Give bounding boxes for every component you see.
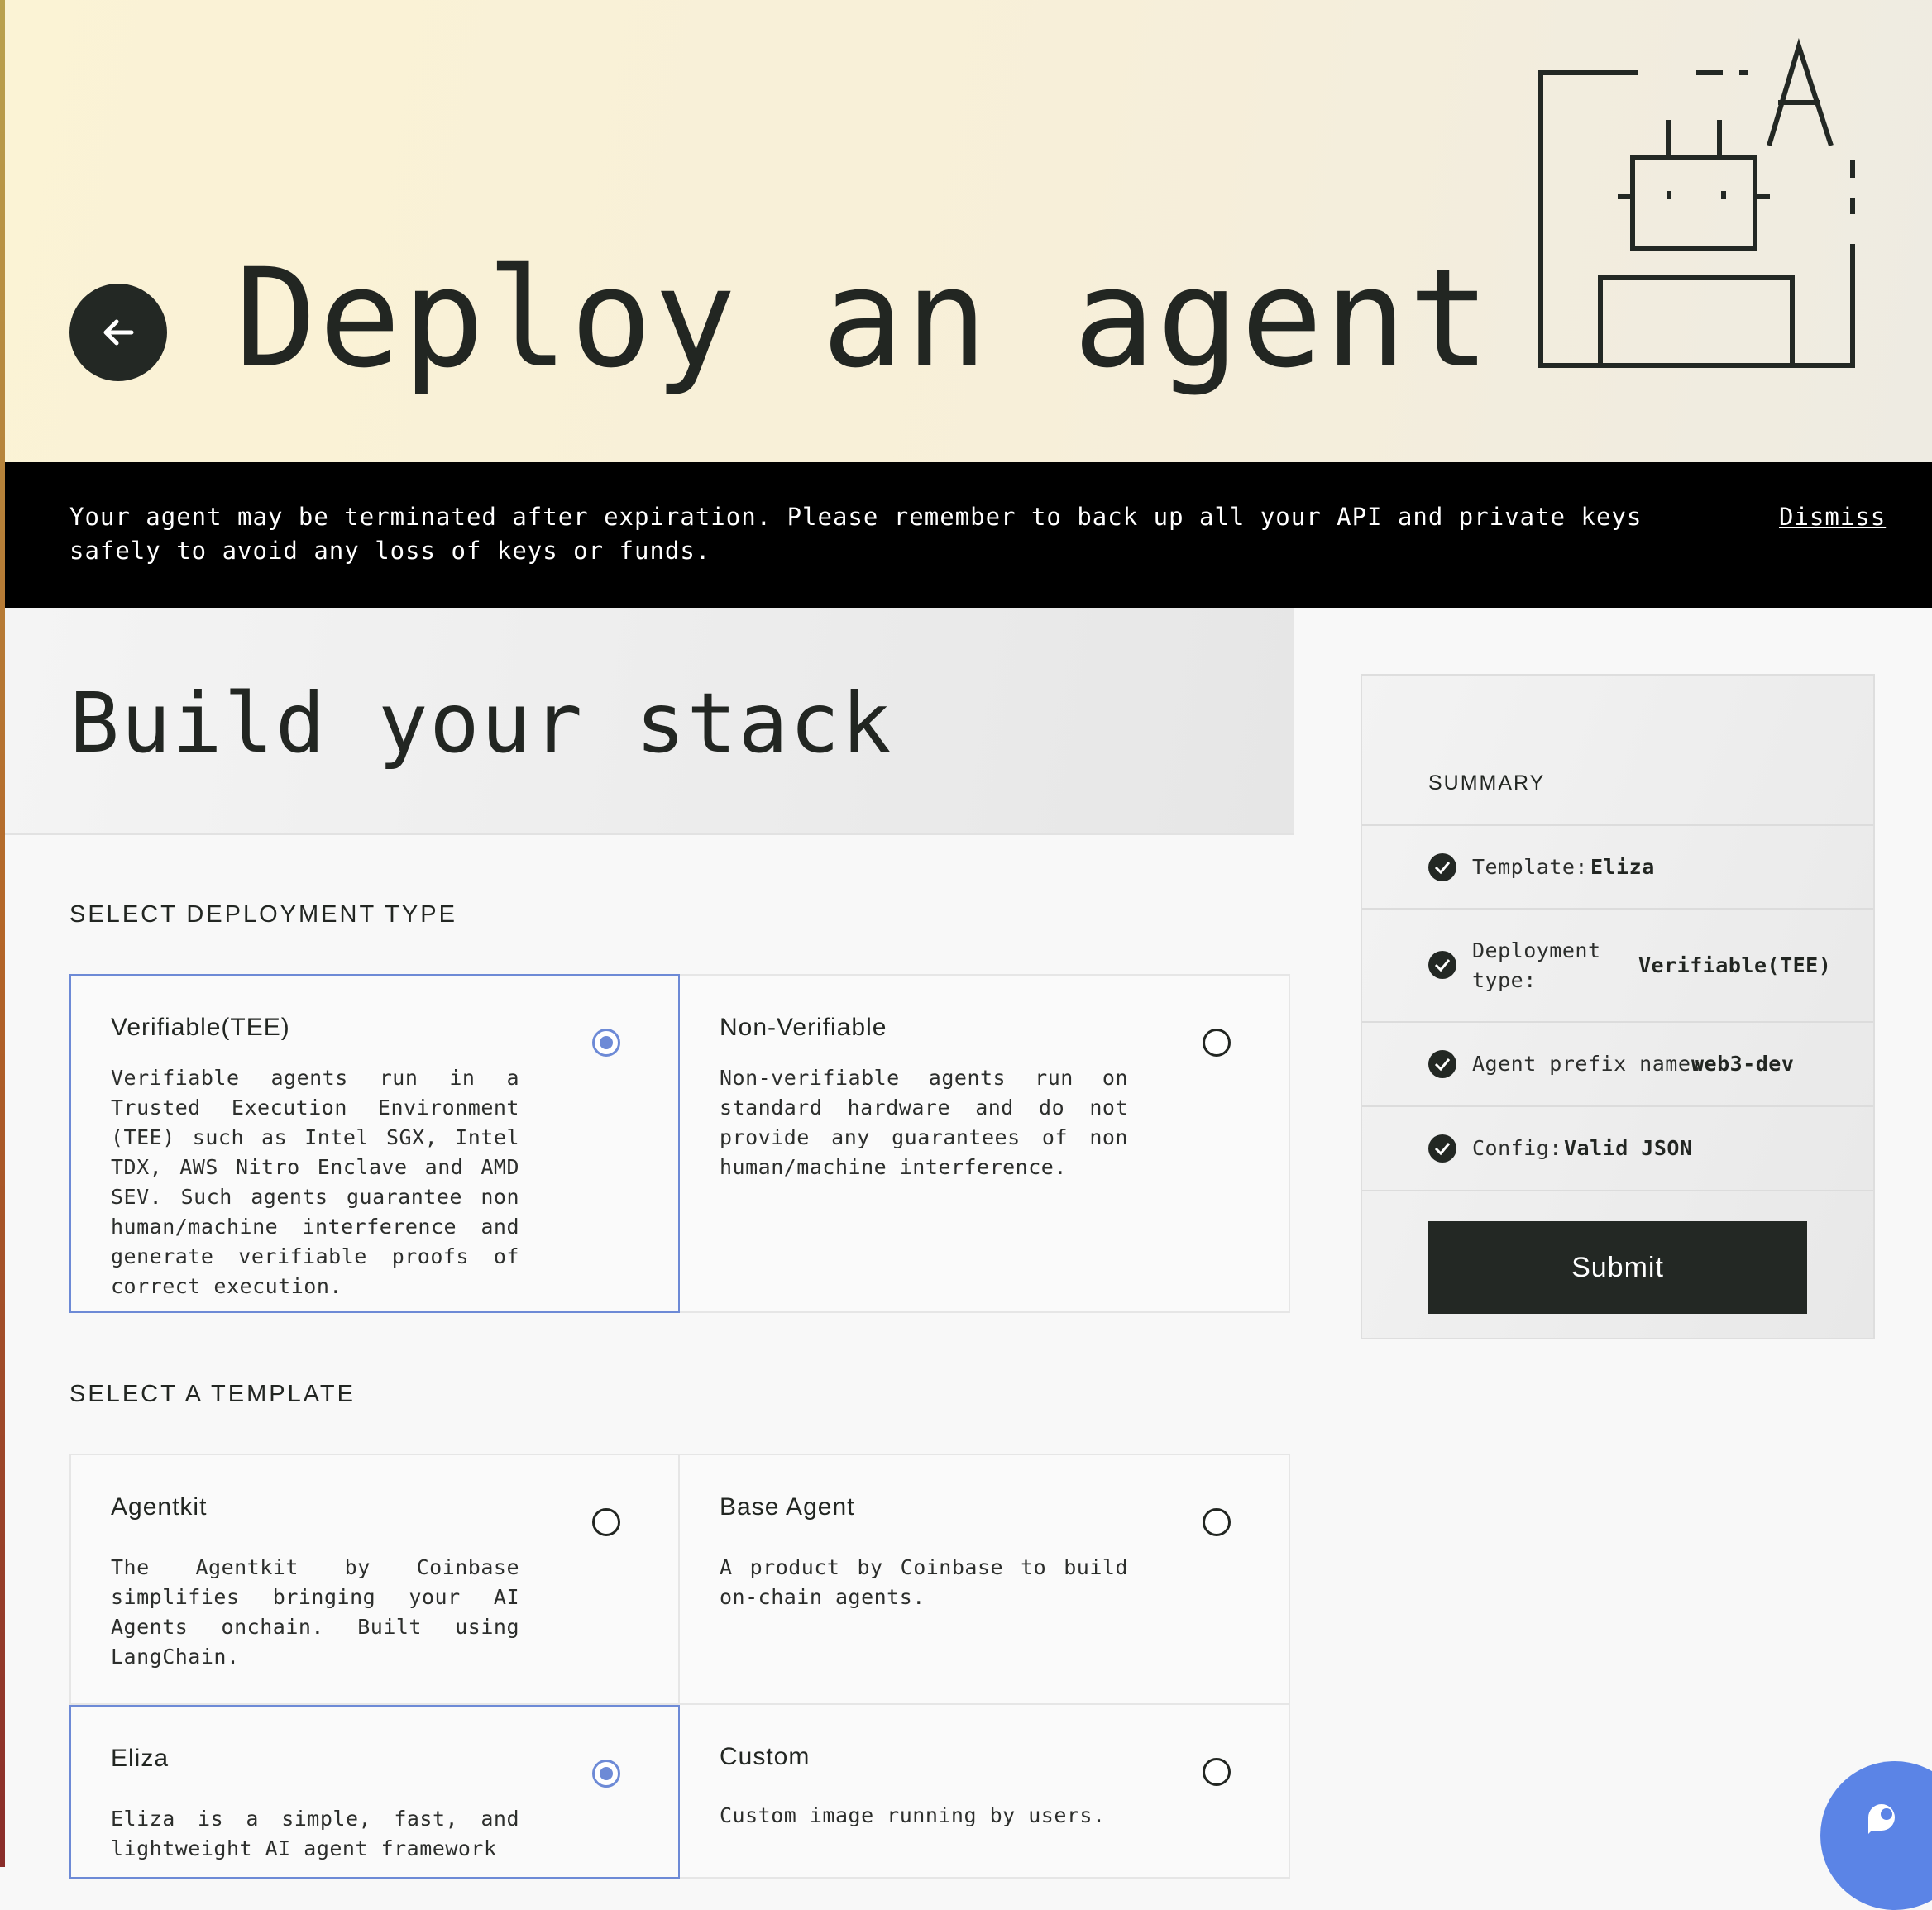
summary-panel: SUMMARY Template: Eliza Deployment type:…	[1361, 674, 1875, 1339]
deployment-type-label: SELECT DEPLOYMENT TYPE	[69, 901, 457, 928]
robot-logo-illustration	[1538, 37, 1855, 368]
summary-row-template: Template: Eliza	[1362, 824, 1873, 909]
option-description: Custom image running by users.	[720, 1803, 1106, 1827]
summary-row-deployment-type: Deployment type: Verifiable(TEE)	[1362, 908, 1873, 1022]
section-title: Build your stack	[69, 675, 893, 771]
summary-value: web3-dev	[1691, 1052, 1795, 1076]
radio-unselected[interactable]	[1203, 1029, 1231, 1057]
radio-unselected[interactable]	[1203, 1508, 1231, 1536]
summary-value: Valid JSON	[1564, 1136, 1693, 1160]
option-title: Agentkit	[111, 1493, 208, 1521]
deployment-option-verifiable[interactable]: Verifiable(TEE) Verifiable agents run in…	[69, 974, 680, 1313]
back-button[interactable]	[69, 284, 167, 381]
summary-label: Template:	[1472, 855, 1588, 879]
option-title: Eliza	[111, 1745, 170, 1772]
check-circle-icon	[1428, 1050, 1456, 1078]
check-circle-icon	[1428, 1134, 1456, 1163]
summary-value: Verifiable(TEE)	[1638, 953, 1832, 977]
summary-row-config: Config: Valid JSON	[1362, 1105, 1873, 1191]
option-title: Custom	[720, 1743, 811, 1770]
check-circle-icon	[1428, 853, 1456, 881]
summary-label: Agent prefix name:	[1472, 1052, 1704, 1076]
template-option-agentkit[interactable]: Agentkit The Agentkit by Coinbase simpli…	[69, 1454, 680, 1705]
chat-support-button[interactable]	[1820, 1761, 1932, 1910]
dismiss-link[interactable]: Dismiss	[1779, 500, 1886, 534]
radio-selected[interactable]	[592, 1029, 620, 1057]
option-title: Base Agent	[720, 1493, 855, 1521]
template-option-eliza[interactable]: Eliza Eliza is a simple, fast, and light…	[69, 1705, 680, 1879]
option-title: Verifiable(TEE)	[111, 1014, 290, 1041]
arrow-left-icon	[103, 319, 134, 346]
option-description: Non-verifiable agents run on standard ha…	[720, 1066, 1128, 1179]
page-hero: Deploy an agent	[5, 0, 1932, 462]
page-title: Deploy an agent	[235, 239, 1493, 398]
check-circle-icon	[1428, 951, 1456, 979]
deployment-option-non-verifiable[interactable]: Non-Verifiable Non-verifiable agents run…	[680, 974, 1290, 1313]
summary-title: SUMMARY	[1428, 771, 1546, 795]
option-description: Verifiable agents run in a Trusted Execu…	[111, 1066, 519, 1298]
summary-label: Config:	[1472, 1136, 1562, 1160]
expiration-warning-banner: Your agent may be terminated after expir…	[5, 462, 1932, 608]
option-title: Non-Verifiable	[720, 1014, 887, 1041]
option-description: Eliza is a simple, fast, and lightweight…	[111, 1807, 519, 1860]
option-description: A product by Coinbase to build on-chain …	[720, 1555, 1128, 1609]
banner-message: Your agent may be terminated after expir…	[69, 503, 1643, 565]
option-description: The Agentkit by Coinbase simplifies brin…	[111, 1555, 519, 1669]
submit-button[interactable]: Submit	[1428, 1221, 1807, 1314]
radio-unselected[interactable]	[592, 1508, 620, 1536]
template-option-custom[interactable]: Custom Custom image running by users.	[680, 1705, 1290, 1879]
radio-unselected[interactable]	[1203, 1758, 1231, 1786]
template-option-base-agent[interactable]: Base Agent A product by Coinbase to buil…	[680, 1454, 1290, 1705]
summary-label: Deployment type:	[1472, 938, 1601, 992]
stack-header: Build your stack	[5, 608, 1294, 835]
summary-value: Eliza	[1590, 855, 1655, 879]
summary-row-agent-prefix: Agent prefix name: web3-dev	[1362, 1021, 1873, 1105]
chat-icon	[1868, 1804, 1895, 1834]
radio-selected[interactable]	[592, 1760, 620, 1788]
template-label: SELECT A TEMPLATE	[69, 1381, 356, 1407]
